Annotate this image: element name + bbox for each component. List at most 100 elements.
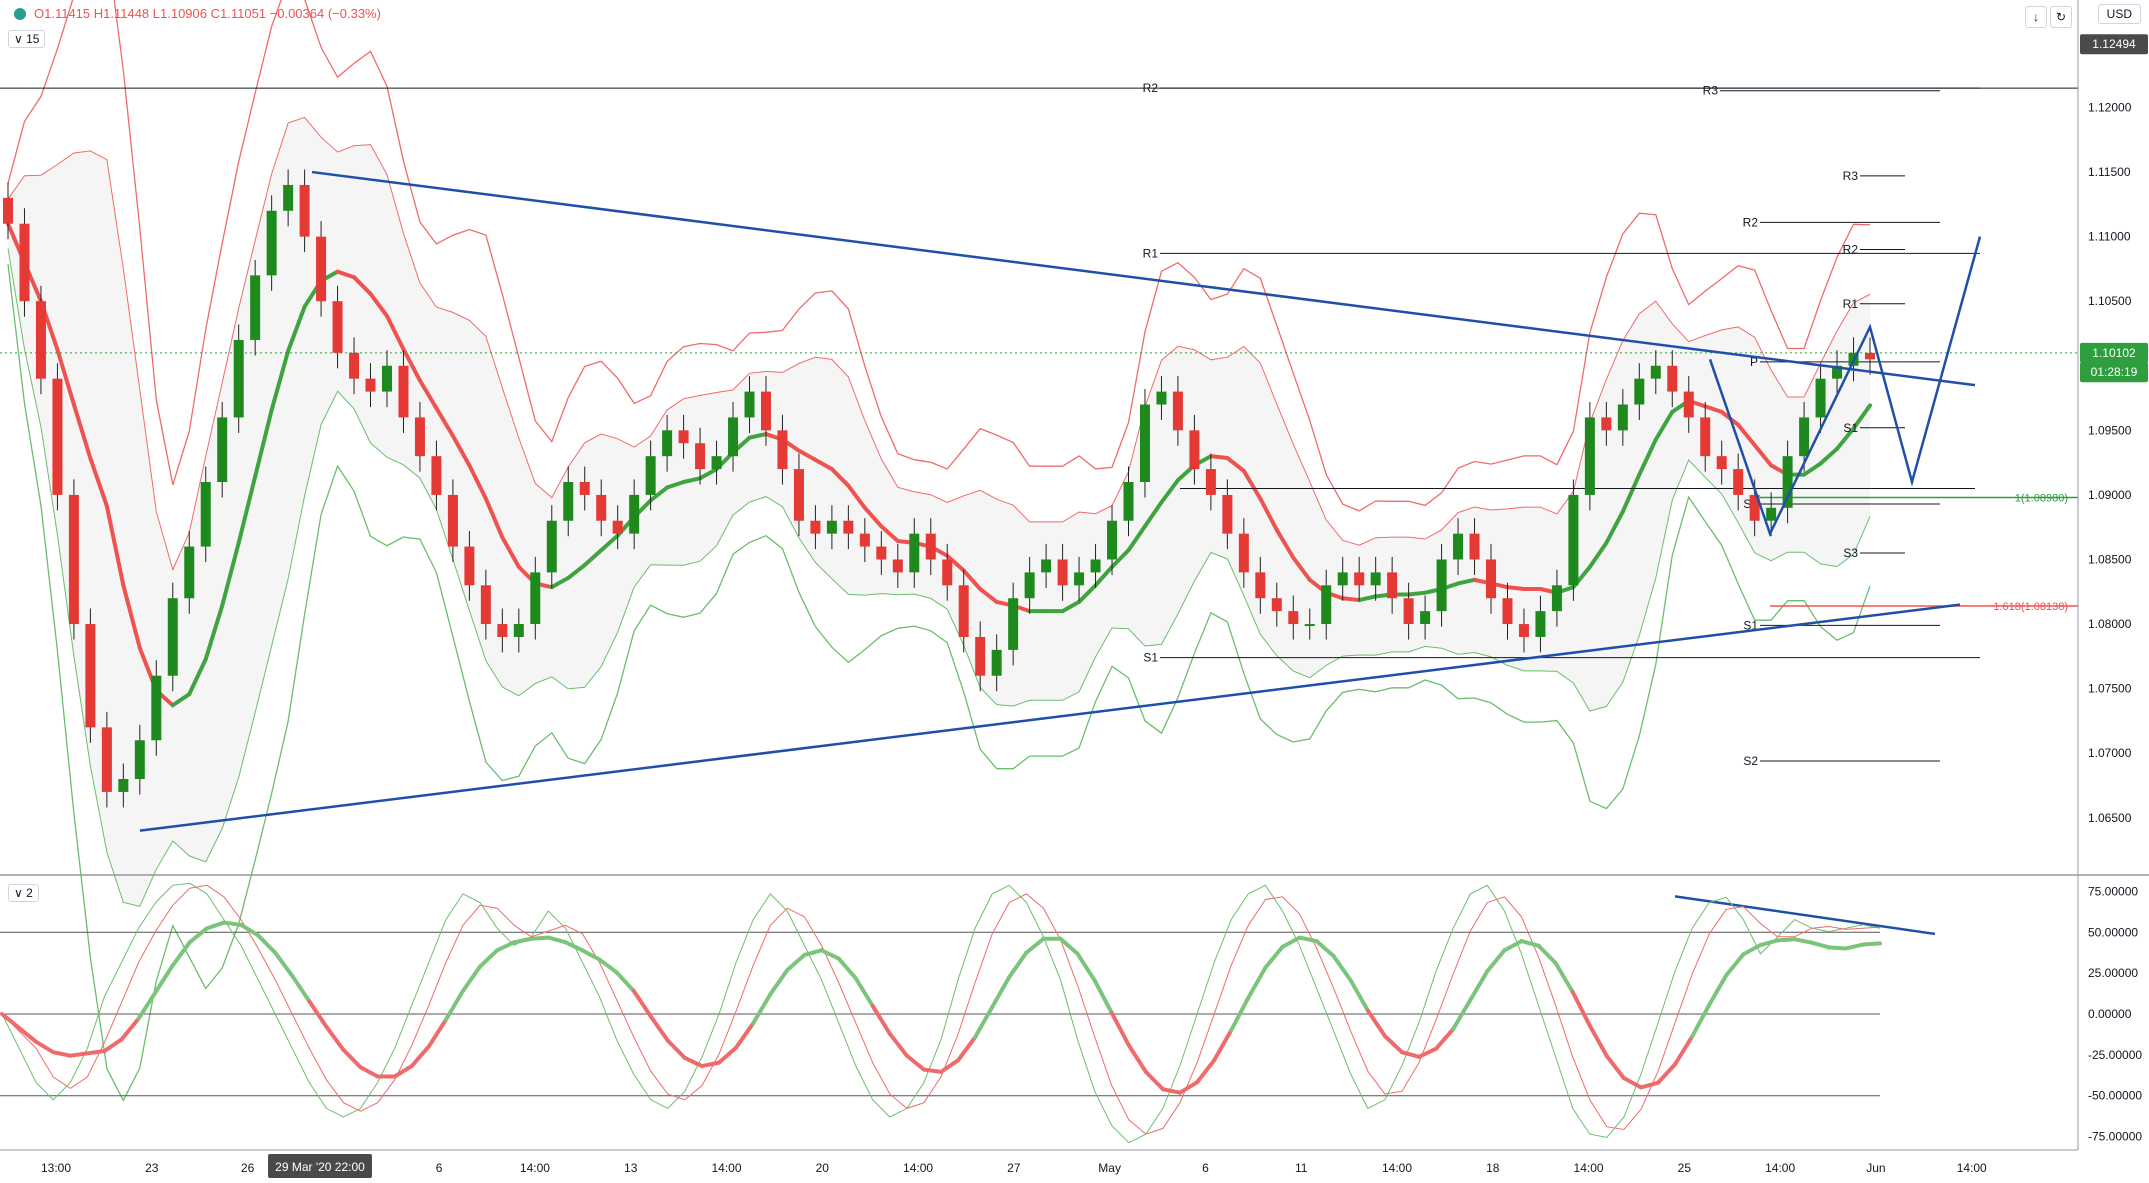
stoch-smoothed-segment (973, 1005, 995, 1040)
stoch-smoothed-segment (990, 974, 1012, 1010)
time-tick-label: 14:00 (520, 1161, 550, 1175)
stoch-smoothed-segment (1673, 1034, 1695, 1067)
stoch-smoothed-segment (68, 1051, 90, 1058)
pivot-label: R1 (1843, 297, 1859, 311)
price-tick-label: 1.09500 (2088, 423, 2132, 437)
candle-body (35, 301, 46, 379)
stoch-smoothed-segment (1434, 1027, 1456, 1051)
stoch-smoothed-segment (1809, 940, 1831, 950)
stoch-smoothed-segment (85, 1049, 107, 1056)
stoch-smoothed-segment (734, 1021, 756, 1050)
stoch-smoothed-segment (1775, 937, 1797, 943)
time-tick-label: 14:00 (1574, 1161, 1604, 1175)
candle-body (579, 481, 590, 495)
candle-body (629, 494, 640, 534)
time-tick-label: 13 (624, 1161, 638, 1175)
stoch-smoothed-segment (1024, 936, 1046, 955)
candle-body (1486, 559, 1497, 599)
candle-body (1502, 598, 1513, 625)
osc-tick-label: -50.00000 (2088, 1089, 2142, 1103)
price-tick-label: 1.11500 (2088, 165, 2131, 179)
pivot-label: R3 (1703, 84, 1719, 98)
candle-body (1683, 391, 1694, 418)
candle-body (316, 236, 327, 302)
candle-body (662, 430, 673, 457)
stoch-smoothed-segment (1075, 951, 1097, 983)
candle-body (1700, 417, 1711, 457)
pivot-label: R2 (1843, 243, 1859, 257)
stoch-smoothed-segment (1758, 938, 1780, 948)
candle-body (1189, 430, 1200, 470)
stoch-smoothed-segment (221, 920, 244, 927)
candle-body (958, 585, 969, 637)
candle-body (991, 649, 1002, 676)
stoch-smoothed-segment (119, 1016, 141, 1042)
time-tick-label: 14:00 (903, 1161, 933, 1175)
stoch-smoothed-segment (1553, 961, 1575, 995)
main-pane-tag: 15 (26, 32, 40, 46)
candle-body (1568, 494, 1579, 586)
moving-average-segment (1340, 596, 1362, 603)
stoch-smoothed-segment (290, 973, 312, 1004)
stoch-smoothed-segment (1724, 952, 1746, 978)
candle-body (909, 533, 920, 573)
stoch-smoothed-segment (1826, 945, 1848, 951)
candle-body (184, 546, 195, 599)
stoch-smoothed-segment (1092, 978, 1114, 1015)
download-icon[interactable]: ↓ (2025, 6, 2047, 28)
trading-chart[interactable]: R2R1S1R3R3R2R2R1PS1S2S3S1S21(1.08980)1.6… (0, 0, 2149, 1183)
candle-body (1354, 572, 1365, 586)
stoch-smoothed-segment (1246, 965, 1268, 1000)
price-tick-label: 1.07000 (2088, 746, 2132, 760)
stoch-smoothed-segment (1263, 944, 1285, 970)
stoch-smoothed-segment (426, 1017, 448, 1049)
candle-body (1008, 598, 1019, 650)
main-pane-toggle[interactable]: ∨ 15 (8, 30, 46, 48)
stoch-smoothed-segment (324, 1024, 346, 1052)
stoch-smoothed-segment (956, 1035, 978, 1063)
time-cursor-label: 29 Mar '20 22:00 (275, 1160, 365, 1174)
stoch-smoothed-segment (443, 988, 465, 1022)
osc-pane-toggle[interactable]: ∨ 2 (8, 884, 39, 902)
stoch-smoothed-segment (256, 933, 278, 955)
candle-body (843, 520, 854, 534)
candle-body (1650, 365, 1661, 379)
candle-body (1420, 611, 1431, 625)
time-tick-label: 11 (1295, 1161, 1308, 1175)
ohlc-values: O1.11415 H1.11448 L1.10906 C1.11051 −0.0… (34, 6, 381, 21)
candle-body (1205, 469, 1216, 495)
stoch-smoothed-segment (699, 1060, 722, 1069)
candle-body (1617, 404, 1628, 431)
candle-body (3, 197, 13, 224)
pivot-label: S3 (1843, 546, 1858, 560)
candle-body (1255, 572, 1266, 599)
time-tick-label: 6 (436, 1161, 443, 1175)
candle-body (1090, 559, 1101, 573)
candle-body (497, 624, 508, 637)
candle-body (1222, 494, 1233, 534)
stoch-smoothed-segment (1587, 1023, 1609, 1059)
candle-body (447, 494, 458, 547)
candle-body (414, 417, 425, 457)
candle-body (1337, 572, 1348, 586)
candle-body (381, 365, 392, 392)
candle-body (52, 378, 63, 495)
candle-body (1387, 572, 1398, 599)
currency-label[interactable]: USD (2097, 4, 2141, 24)
candle-body (1321, 585, 1332, 625)
stoch-smoothed-segment (341, 1047, 363, 1070)
pivot-label: R3 (1843, 169, 1859, 183)
candle-body (1057, 559, 1068, 586)
price-tick-label: 1.06500 (2088, 811, 2132, 825)
refresh-icon[interactable]: ↻ (2050, 6, 2072, 28)
candle-body (1733, 469, 1744, 495)
time-tick-label: 14:00 (1765, 1161, 1795, 1175)
moving-average-segment (1406, 590, 1428, 597)
candle-body (85, 624, 96, 728)
candle-body (760, 391, 771, 431)
stoch-smoothed-segment (887, 1031, 909, 1058)
time-tick-label: 27 (1007, 1161, 1021, 1175)
time-tick-label: 14:00 (1382, 1161, 1412, 1175)
symbol-logo-icon (14, 8, 26, 20)
candle-body (1815, 378, 1826, 418)
